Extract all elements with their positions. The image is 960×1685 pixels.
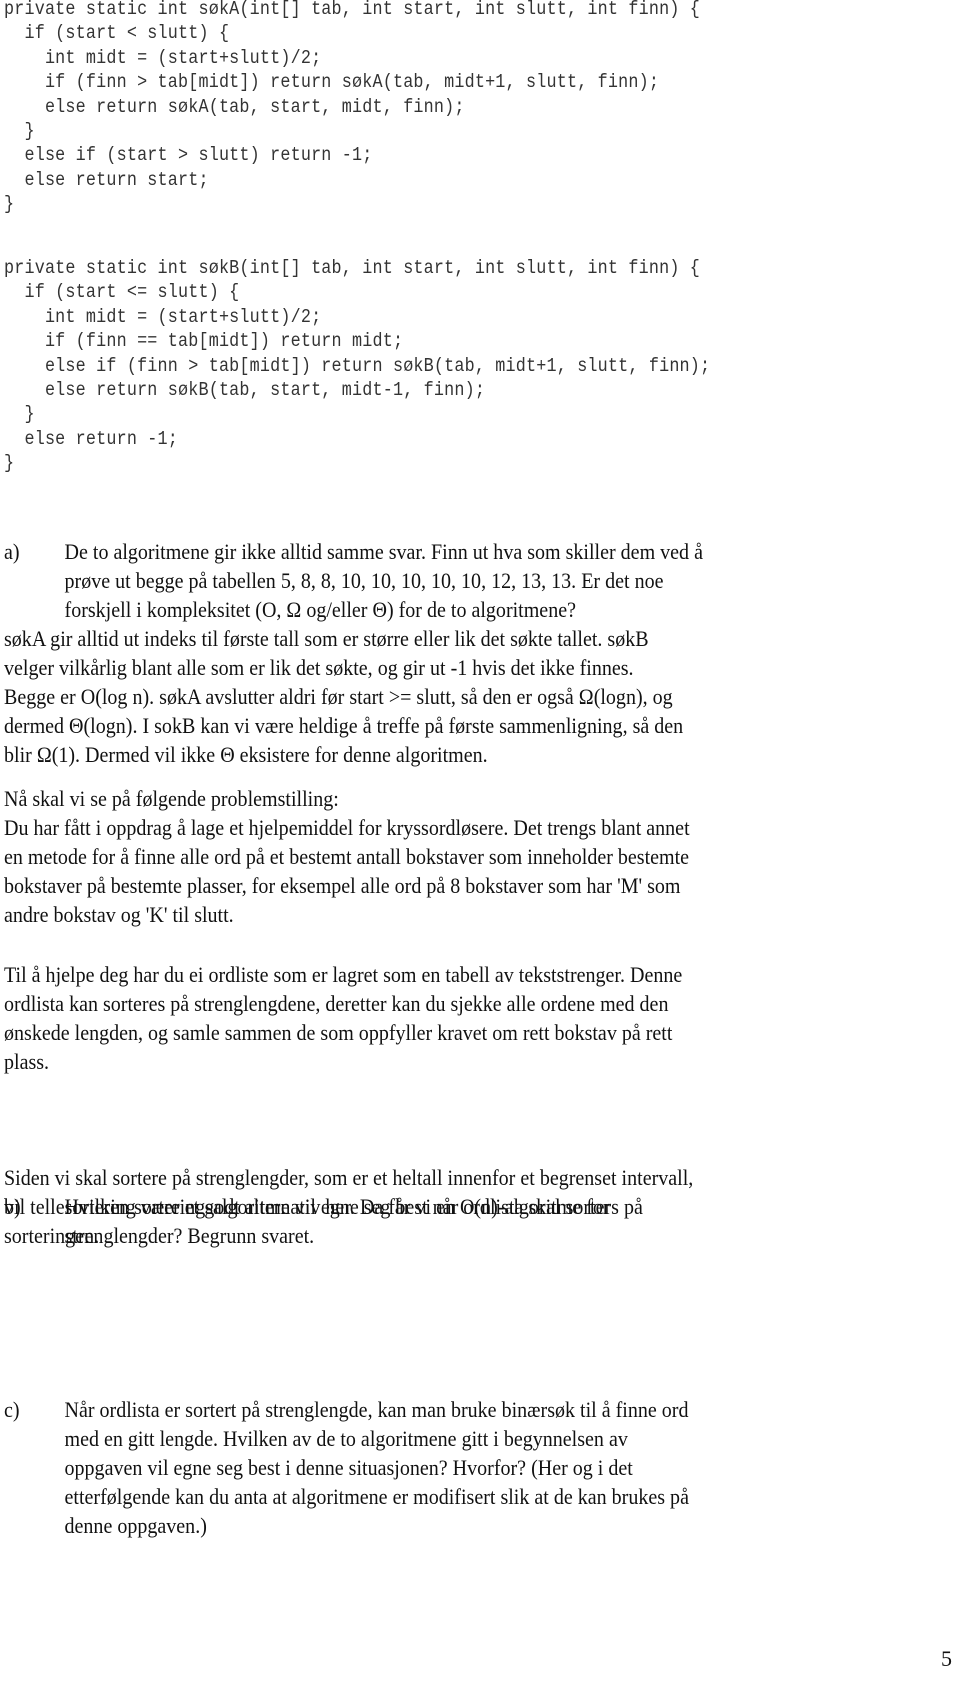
- problem-line: andre bokstav og 'K' til slutt.: [4, 902, 234, 927]
- answer-line: vil tellesortering være et godt alternat…: [4, 1194, 610, 1219]
- code-line: }: [4, 452, 15, 475]
- code-line: else return -1;: [4, 427, 179, 450]
- answer-line: velger vilkårlig blant alle som er lik d…: [4, 655, 634, 680]
- question-line: etterfølgende kan du anta at algoritmene…: [64, 1484, 689, 1509]
- document-page: private static int søkA(int[] tab, int s…: [0, 0, 960, 1685]
- problem-intro-text: Nå skal vi se på følgende problemstillin…: [4, 786, 339, 811]
- code-line: else return start;: [4, 168, 209, 191]
- code-line: if (finn > tab[midt]) return søkA(tab, m…: [4, 71, 660, 94]
- code-line: if (start < slutt) {: [4, 22, 230, 45]
- answer-line: søkA gir alltid ut indeks til første tal…: [4, 626, 649, 651]
- question-line: forskjell i kompleksitet (O, Ω og/eller …: [64, 597, 576, 622]
- code-line: }: [4, 119, 35, 142]
- code-line: }: [4, 403, 35, 426]
- answer-line: Begge er O(log n). søkA avslutter aldri …: [4, 684, 673, 709]
- question-c: c) Når ordlista er sortert på strengleng…: [4, 1395, 946, 1540]
- problem-line: Du har fått i oppdrag å lage et hjelpemi…: [4, 815, 690, 840]
- question-line: De to algoritmene gir ikke alltid samme …: [64, 539, 703, 564]
- problem-description: Du har fått i oppdrag å lage et hjelpemi…: [4, 813, 885, 929]
- problem-intro: Nå skal vi se på følgende problemstillin…: [4, 784, 885, 813]
- question-line: oppgaven vil egne seg best i denne situa…: [64, 1455, 633, 1480]
- question-marker: a): [4, 539, 20, 564]
- question-line: Når ordlista er sortert på strenglengde,…: [64, 1397, 689, 1422]
- hint-line: Til å hjelpe deg har du ei ordliste som …: [4, 962, 683, 987]
- code-line: int midt = (start+slutt)/2;: [4, 46, 322, 69]
- problem-line: bokstaver på bestemte plasser, for eksem…: [4, 873, 681, 898]
- code-line: private static int søkB(int[] tab, int s…: [4, 257, 701, 279]
- code-line: else return søkB(tab, start, midt-1, fin…: [4, 378, 486, 401]
- code-block-soka: private static int søkA(int[] tab, int s…: [4, 0, 960, 217]
- hint-line: plass.: [4, 1049, 50, 1074]
- question-line: med en gitt lengde. Hvilken av de to alg…: [64, 1426, 628, 1451]
- question-line: denne oppgaven.): [64, 1513, 207, 1538]
- code-line: if (finn == tab[midt]) return midt;: [4, 330, 404, 353]
- problem-line: en metode for å finne alle ord på et bes…: [4, 844, 690, 869]
- code-block-sokb: private static int søkB(int[] tab, int s…: [4, 256, 960, 476]
- question-line: prøve ut begge på tabellen 5, 8, 8, 10, …: [64, 568, 664, 593]
- hint-line: ønskede lengden, og samle sammen de som …: [4, 1020, 673, 1045]
- code-line: private static int søkA(int[] tab, int s…: [4, 0, 701, 20]
- hint-paragraph: Til å hjelpe deg har du ei ordliste som …: [4, 960, 885, 1076]
- code-line: else return søkA(tab, start, midt, finn)…: [4, 95, 465, 118]
- code-line: else if (start > slutt) return -1;: [4, 144, 373, 167]
- code-line: if (start <= slutt) {: [4, 281, 240, 304]
- answer-line: sorteringen.: [4, 1223, 100, 1248]
- answer-a: søkA gir alltid ut indeks til første tal…: [4, 624, 885, 769]
- page-number: 5: [941, 1646, 952, 1671]
- answer-b: Siden vi skal sortere på strenglengder, …: [4, 1163, 885, 1250]
- code-line: int midt = (start+slutt)/2;: [4, 305, 322, 328]
- hint-line: ordlista kan sorteres på strenglengdene,…: [4, 991, 669, 1016]
- answer-line: dermed Θ(logn). I sokB kan vi være heldi…: [4, 713, 684, 738]
- question-marker: c): [4, 1397, 20, 1422]
- answer-line: Siden vi skal sortere på strenglengder, …: [4, 1165, 694, 1190]
- code-line: else if (finn > tab[midt]) return søkB(t…: [4, 354, 711, 377]
- answer-line: blir Ω(1). Dermed vil ikke Θ eksistere f…: [4, 742, 488, 767]
- code-line: }: [4, 193, 15, 216]
- question-a: a) De to algoritmene gir ikke alltid sam…: [4, 537, 946, 624]
